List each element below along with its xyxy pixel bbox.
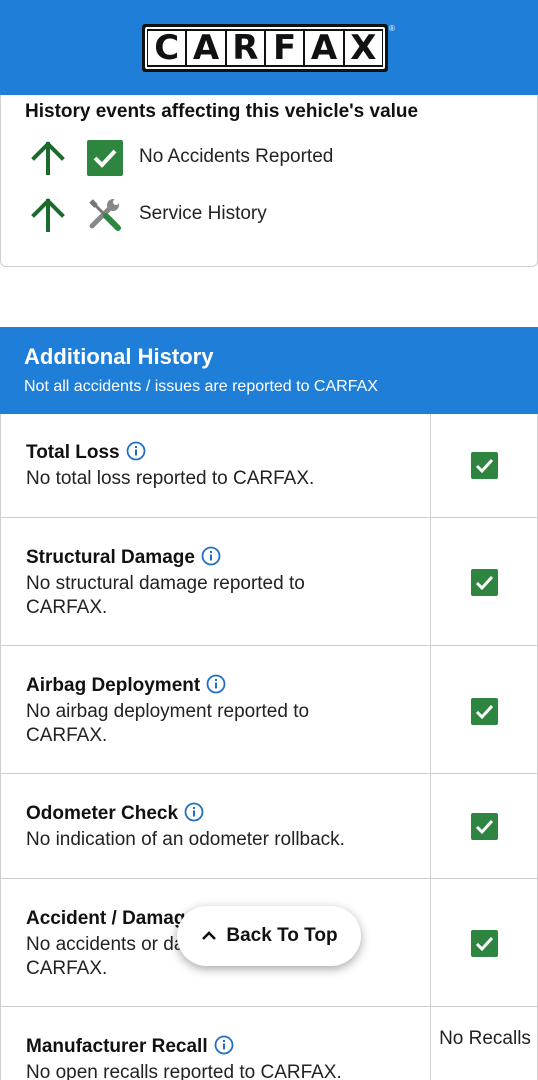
row-title: Accident / Damage — [26, 908, 196, 929]
row-description: No indication of an odometer rollback. — [26, 829, 345, 850]
info-icon[interactable] — [201, 546, 221, 566]
back-to-top-label: Back To Top — [226, 925, 338, 946]
history-event-label: No Accidents Reported — [139, 146, 334, 167]
check-icon — [471, 569, 498, 596]
table-row: Total Loss No total loss reported to CAR… — [1, 414, 538, 518]
additional-history-title: Additional History — [24, 344, 214, 369]
registered-mark-icon: ® — [389, 24, 395, 33]
row-description: No open recalls reported to CARFAX. — [26, 1062, 342, 1080]
check-icon — [471, 813, 498, 840]
info-icon[interactable] — [126, 441, 146, 461]
logo-letter: C — [148, 28, 186, 68]
chevron-up-icon — [202, 931, 217, 940]
history-event-item: No Accidents Reported — [0, 137, 538, 177]
up-arrow-icon — [31, 198, 65, 232]
checkmark-icon — [87, 140, 123, 176]
row-title: Total Loss — [26, 442, 120, 463]
row-title: Manufacturer Recall — [26, 1036, 208, 1057]
additional-history-header — [0, 327, 538, 414]
history-events-title: History events affecting this vehicle's … — [25, 101, 419, 122]
recall-status-value: No Recalls — [439, 1028, 531, 1049]
carfax-logo[interactable]: C A R F A X — [142, 24, 388, 72]
additional-history-subtitle: Not all accidents / issues are reported … — [24, 378, 378, 395]
row-description: No structural damage reported to CARFAX. — [26, 573, 305, 618]
info-icon[interactable] — [184, 802, 204, 822]
row-title: Airbag Deployment — [26, 675, 201, 696]
row-description: No total loss reported to CARFAX. — [26, 468, 315, 489]
back-to-top-button[interactable]: Back To Top — [177, 906, 361, 966]
additional-history-table: Total Loss No total loss reported to CAR… — [0, 414, 538, 1080]
check-icon — [471, 698, 498, 725]
row-title: Odometer Check — [26, 803, 179, 824]
wrench-screwdriver-icon — [89, 199, 121, 231]
check-icon — [471, 452, 498, 479]
up-arrow-icon — [31, 141, 65, 175]
row-description: No airbag deployment reported to CARFAX. — [26, 701, 310, 746]
table-row: Structural Damage No structural damage r… — [1, 518, 538, 646]
history-event-item: Service History — [0, 194, 538, 234]
logo-letter: F — [265, 28, 304, 68]
logo-letter: R — [226, 28, 264, 68]
info-icon[interactable] — [206, 674, 226, 694]
logo-letter: A — [305, 28, 343, 68]
table-row: Manufacturer Recall No open recalls repo… — [1, 1007, 538, 1080]
info-icon[interactable] — [214, 1035, 234, 1055]
table-row: Odometer Check No indication of an odome… — [1, 774, 538, 879]
history-event-label: Service History — [139, 203, 267, 224]
table-row: Airbag Deployment No airbag deployment r… — [1, 646, 538, 774]
logo-letter: A — [187, 28, 225, 68]
check-icon — [471, 930, 498, 957]
row-title: Structural Damage — [26, 547, 195, 568]
logo-letter: X — [344, 28, 382, 68]
